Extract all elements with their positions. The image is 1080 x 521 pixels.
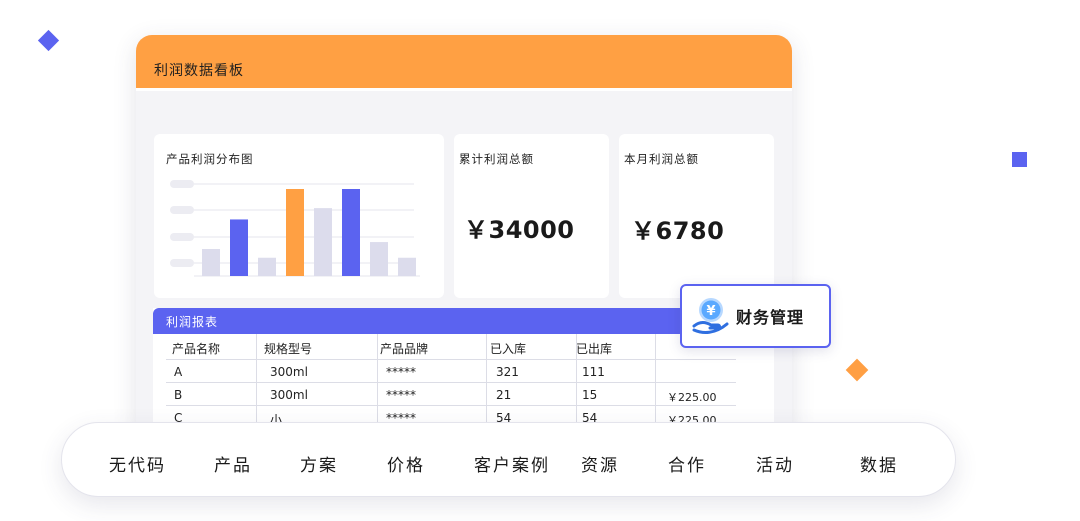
nav-item[interactable]: 方案 <box>300 451 338 476</box>
dashboard-body: 产品利润分布图 累计利润总额 ￥34000 本月利润总额 ￥6780 利润报表 … <box>136 88 792 435</box>
dashboard-header: 利润数据看板 <box>136 35 792 88</box>
table-title: 利润报表 <box>166 315 219 329</box>
table-cell: B <box>174 388 183 402</box>
chart-bar <box>202 249 220 276</box>
decor-square-blue <box>1012 152 1027 167</box>
chart-bar <box>258 257 276 276</box>
nav-item[interactable]: 产品 <box>214 451 252 476</box>
total-profit-label: 累计利润总额 <box>459 152 534 166</box>
chart-bar <box>398 257 416 276</box>
dashboard-title: 利润数据看板 <box>154 63 244 79</box>
nav-item[interactable]: 资源 <box>581 451 619 476</box>
column-header: 产品名称 <box>172 342 221 356</box>
axis-tick-placeholder <box>170 259 194 267</box>
table-row: A 300ml ***** 321 111 <box>166 360 736 383</box>
badge-label: 财务管理 <box>736 308 805 327</box>
profit-bar-chart <box>170 180 420 277</box>
axis-tick-placeholder <box>170 180 194 188</box>
table-cell: ***** <box>386 388 416 402</box>
table-cell: 300ml <box>270 388 308 402</box>
table-cell: 21 <box>496 388 512 402</box>
nav-item[interactable]: 无代码 <box>109 451 166 476</box>
table-cell: 15 <box>582 388 598 402</box>
table-cell: ￥225.00 <box>667 391 717 404</box>
total-profit-value: ￥34000 <box>464 216 575 244</box>
column-header: 规格型号 <box>264 342 313 356</box>
bottom-nav: 无代码 产品 方案 价格 客户案例 资源 合作 活动 数据 <box>61 422 956 497</box>
nav-item[interactable]: 客户案例 <box>474 451 550 476</box>
profit-dashboard: 利润数据看板 产品利润分布图 累计利润总额 ￥34000 本月利润总额 ￥678… <box>136 35 792 435</box>
month-profit-label: 本月利润总额 <box>624 152 699 166</box>
chart-bar <box>314 208 332 276</box>
decor-diamond-orange <box>845 358 869 382</box>
decor-diamond-blue <box>37 29 60 52</box>
svg-text:¥: ¥ <box>706 304 715 319</box>
stage: 利润数据看板 产品利润分布图 累计利润总额 ￥34000 本月利润总额 ￥678… <box>0 0 1080 521</box>
nav-item[interactable]: 数据 <box>860 451 898 476</box>
table-cell: 300ml <box>270 365 308 379</box>
nav-item[interactable]: 合作 <box>668 451 706 476</box>
table-header-row: 产品名称 规格型号 产品品牌 已入库 已出库 <box>166 334 736 360</box>
column-header: 已出库 <box>576 342 613 356</box>
chart-bar <box>370 242 388 276</box>
finance-management-badge[interactable]: ¥ 财务管理 <box>680 284 831 348</box>
chart-bar <box>286 189 304 276</box>
chart-bar <box>342 189 360 276</box>
nav-item[interactable]: 活动 <box>756 451 794 476</box>
total-profit-card: 累计利润总额 ￥34000 <box>454 134 609 298</box>
profit-distribution-card: 产品利润分布图 <box>154 134 444 298</box>
table-cell: A <box>174 365 183 379</box>
table-row: B 300ml ***** 21 15 ￥225.00 <box>166 383 736 406</box>
table-cell: ***** <box>386 365 416 379</box>
table-grid: 产品名称 规格型号 产品品牌 已入库 已出库 A 300ml ***** 321 111 B 300m… <box>166 334 736 435</box>
month-profit-value: ￥6780 <box>631 217 725 245</box>
month-profit-card: 本月利润总额 ￥6780 <box>619 134 774 298</box>
column-header: 已入库 <box>490 342 527 356</box>
axis-tick-placeholder <box>170 233 194 241</box>
column-header: 产品品牌 <box>380 342 429 356</box>
table-cell: 111 <box>582 365 605 379</box>
yen-hand-icon: ¥ <box>692 298 729 334</box>
chart-bar <box>230 219 248 276</box>
nav-item[interactable]: 价格 <box>387 451 425 476</box>
axis-tick-placeholder <box>170 206 194 214</box>
table-cell: 321 <box>496 365 519 379</box>
